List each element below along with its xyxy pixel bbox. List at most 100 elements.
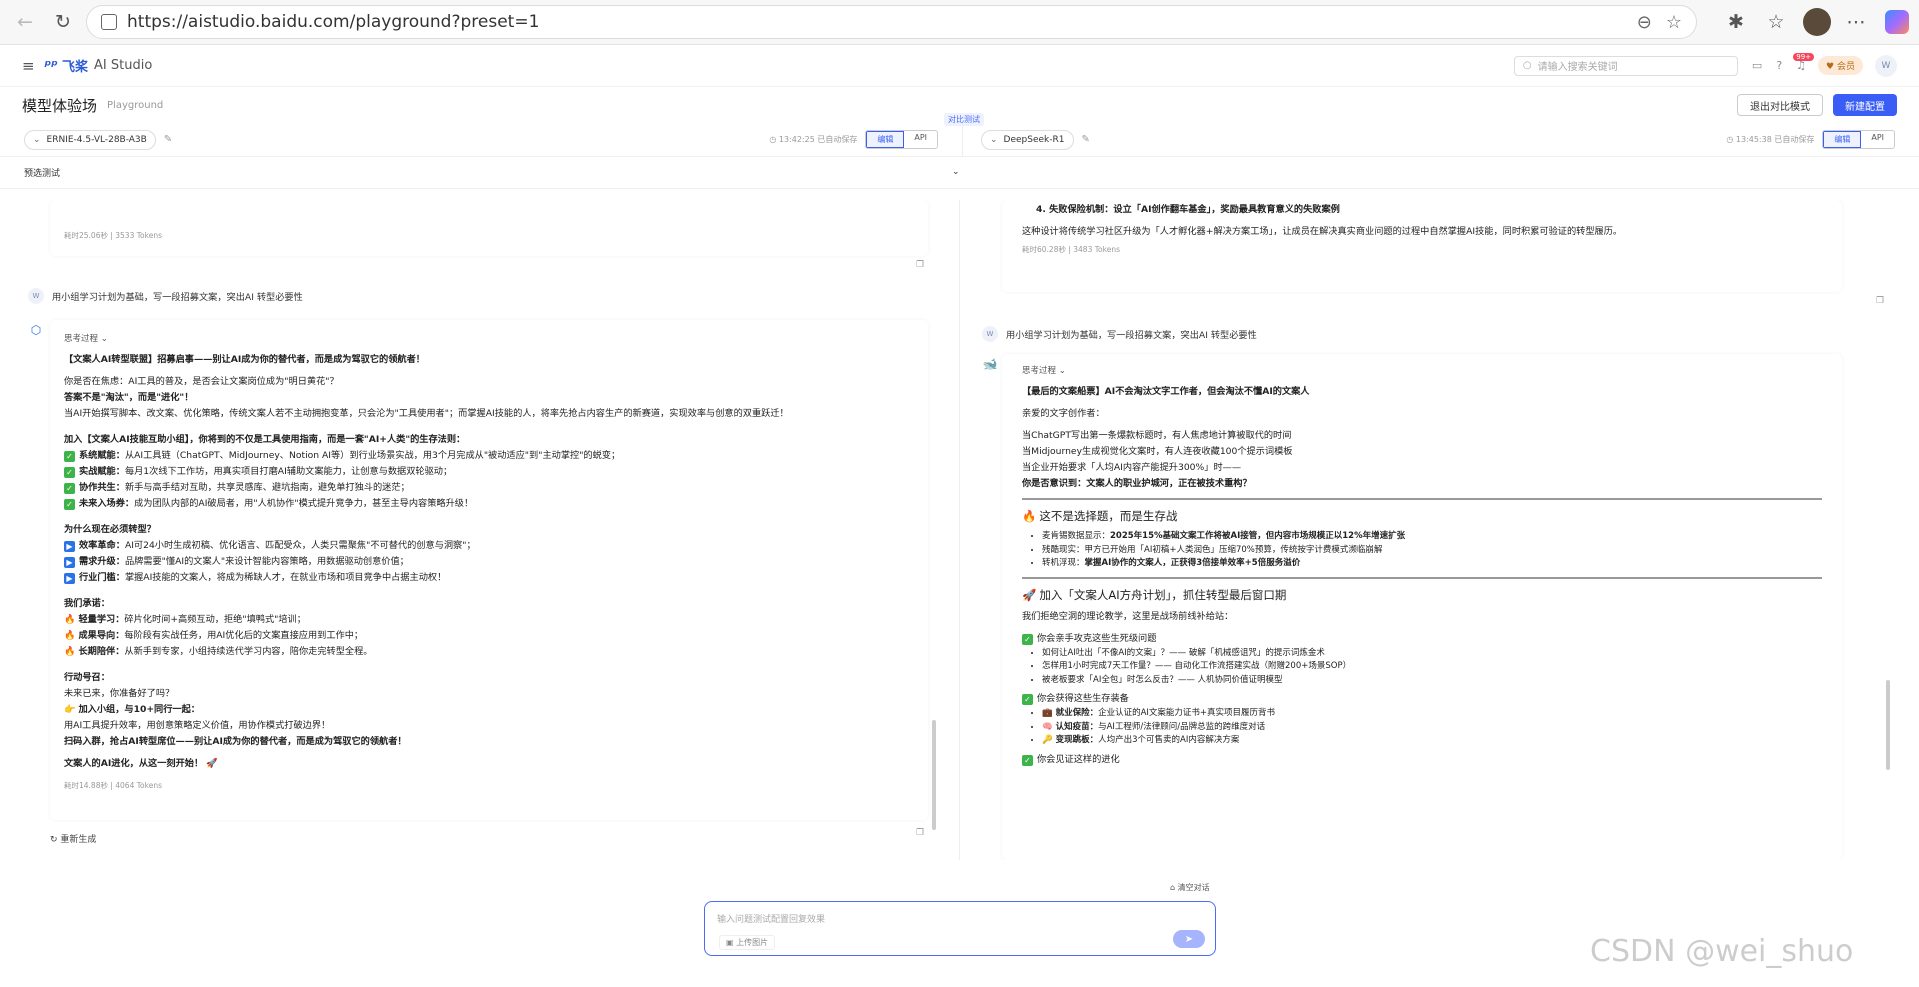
address-bar[interactable]: https://aistudio.baidu.com/playground?pr… xyxy=(86,5,1697,39)
item-value: 2025年15%基础文案工作将被AI接管，但内容市场规模正以12%年增速扩张 xyxy=(1110,531,1406,541)
left-saved-time: 13:42:25 已自动保存 xyxy=(778,135,858,144)
left-tab-api[interactable]: API xyxy=(904,131,937,148)
chevron-down-icon: ⌄ xyxy=(33,134,41,145)
send-button[interactable]: ➤ xyxy=(1173,930,1205,948)
preset-label[interactable]: 预选测试 xyxy=(24,166,60,179)
promise-title: 我们承诺： xyxy=(64,598,110,609)
copy-icon[interactable]: ❐ xyxy=(916,260,924,270)
extensions-icon[interactable]: ✱ xyxy=(1721,7,1751,37)
zoom-icon[interactable]: ⊖ xyxy=(1637,12,1652,33)
action-3: 用AI工具提升效率，用创意策略定义价值，用协作模式打破边界！ xyxy=(64,720,331,731)
fire-icon: 🔥 xyxy=(1022,509,1037,523)
left-model-select[interactable]: ⌄ ERNIE-4.5-VL-28B-A3B xyxy=(24,129,156,150)
previous-response-card: 4. 失败保险机制：设立「AI创作翻车基金」，奖励最具教育意义的失败案例 这种设… xyxy=(1002,200,1842,292)
help-icon[interactable]: ? xyxy=(1776,59,1782,72)
exit-compare-button[interactable]: 退出对比模式 xyxy=(1737,94,1823,116)
broom-icon: ⌂ xyxy=(1170,883,1178,892)
item-key: 成果导向： xyxy=(78,630,125,641)
right-model-select[interactable]: ⌄ DeepSeek-R1 xyxy=(981,129,1074,150)
prev-para: 这种设计将传统学习社区升级为「人才孵化器+解决方案工场」，让成员在解决真实商业问… xyxy=(1022,226,1623,237)
member-label: 会员 xyxy=(1836,62,1855,72)
regenerate-button[interactable]: ↻ 重新生成 xyxy=(50,832,96,845)
think-toggle[interactable]: 思考过程 ⌄ xyxy=(64,332,914,344)
item-key: 轻量学习： xyxy=(78,614,125,625)
check-icon: ✓ xyxy=(64,483,75,494)
left-tab-edit[interactable]: 编辑 xyxy=(866,131,905,148)
copy-icon[interactable]: ❐ xyxy=(916,828,924,838)
favorites-icon[interactable]: ☆ xyxy=(1761,7,1791,37)
logo[interactable]: ᵖᵖ 飞桨 AI Studio xyxy=(45,56,153,76)
edit-pencil-icon[interactable]: ✎ xyxy=(1082,134,1090,145)
right-mode-toggle: 编辑 API xyxy=(1822,130,1895,149)
left-scrollbar[interactable] xyxy=(932,720,936,830)
prev-meta: 耗时60.28秒 | 3483 Tokens xyxy=(1022,245,1120,254)
play-icon: ▶ xyxy=(64,541,75,552)
join-title: 加入【文案人AI技能互助小组】，你将到的不仅是工具使用指南，而是一套"AI+人类… xyxy=(64,434,466,445)
check-icon: ✓ xyxy=(64,451,75,462)
response-card: 思考过程 ⌄ 【最后的文案船票】AI不会淘汰文字工作者，但会淘汰不懂AI的文案人… xyxy=(1002,354,1842,860)
copy-icon[interactable]: ❐ xyxy=(1876,296,1884,306)
fire-list: 麦肯锡数据显示：2025年15%基础文案工作将被AI接管，但内容市场规模正以12… xyxy=(1042,530,1822,571)
logo-mark: 飞桨 xyxy=(62,60,89,75)
think-toggle[interactable]: 思考过程 ⌄ xyxy=(1022,364,1822,376)
right-saved-time: 13:45:38 已自动保存 xyxy=(1735,135,1815,144)
c2-heading: ✓ 你会获得这些生存装备 xyxy=(1022,691,1822,707)
item-key: 实战赋能： xyxy=(79,466,125,477)
more-icon[interactable]: ⋯ xyxy=(1841,7,1871,37)
list-item: 🔥 轻量学习：碎片化时间+高频互动，拒绝"填鸭式"培训； xyxy=(64,612,914,628)
p1b: 答案不是"淘汰"，而是"进化"！ xyxy=(64,392,194,403)
refresh-icon[interactable]: ↻ xyxy=(48,7,78,37)
right-chat-pane[interactable]: 4. 失败保险机制：设立「AI创作翻车基金」，奖励最具教育意义的失败案例 这种设… xyxy=(960,200,1919,860)
section-fire-heading: 🔥 这不是选择题，而是生存战 xyxy=(1022,508,1822,524)
profile-avatar[interactable] xyxy=(1803,8,1831,36)
clear-label: 清空对话 xyxy=(1177,883,1210,892)
menu-icon[interactable]: ≡ xyxy=(22,57,35,75)
member-badge[interactable]: ♥ 会员 xyxy=(1818,56,1863,75)
search-placeholder: 请输入搜索关键词 xyxy=(1537,62,1618,73)
input-placeholder: 输入问题测试配置回复效果 xyxy=(717,915,826,925)
regenerate-label: 重新生成 xyxy=(60,835,97,845)
edit-pencil-icon[interactable]: ✎ xyxy=(164,134,172,145)
right-tab-api[interactable]: API xyxy=(1861,131,1894,148)
prev-meta: 耗时25.06秒 | 3533 Tokens xyxy=(64,231,162,240)
bell-icon[interactable]: ♫ 99+ xyxy=(1793,53,1815,72)
right-tab-edit[interactable]: 编辑 xyxy=(1823,131,1862,148)
copilot-icon[interactable] xyxy=(1885,10,1909,34)
c2-list: 💼就业保险：企业认证的AI文案能力证书+真实项目履历背书 🧠认知疫苗：与AI工程… xyxy=(1042,707,1822,748)
why-title: 为什么现在必须转型？ xyxy=(64,524,156,535)
new-config-button[interactable]: 新建配置 xyxy=(1833,94,1897,116)
item-key: 麦肯锡数据显示： xyxy=(1042,531,1111,541)
favorite-star-icon[interactable]: ☆ xyxy=(1666,12,1682,33)
join-list: ✓ 系统赋能：从AI工具链（ChatGPT、MidJourney、Notion A… xyxy=(64,448,914,512)
send-icon: ➤ xyxy=(1184,933,1194,945)
list-item: 🔥 成果导向：每阶段有实战任务，用AI优化后的文案直接应用到工作中； xyxy=(64,628,914,644)
user-avatar[interactable]: W xyxy=(1875,54,1897,77)
right-scrollbar[interactable] xyxy=(1886,680,1890,770)
global-search-input[interactable]: ○ 请输入搜索关键词 xyxy=(1513,55,1738,76)
fire-icon: 🔥 xyxy=(64,630,76,641)
upload-image-button[interactable]: ▣ 上传图片 xyxy=(719,935,776,950)
item-key: 残酷现实： xyxy=(1042,544,1085,555)
item-value: 从新手到专家，小组持续迭代学习内容，陪你走完转型全程。 xyxy=(124,646,373,657)
item-value: 品牌需要"懂AI的文案人"来设计智能内容策略，用数据驱动创意价值； xyxy=(124,556,409,567)
display-icon[interactable]: ▭ xyxy=(1752,59,1762,72)
left-model-bar: ⌄ ERNIE-4.5-VL-28B-A3B ✎ ◷ 13:42:25 已自动保… xyxy=(0,123,962,157)
list-item: 残酷现实：甲方已开始用「AI初稿+人类润色」压缩70%预算，传统按字计费模式濒临… xyxy=(1042,544,1822,558)
check-icon: ✓ xyxy=(1022,694,1033,705)
left-chat-pane[interactable]: 耗时25.06秒 | 3533 Tokens ❐ W 用小组学习计划为基础，写一… xyxy=(0,200,960,860)
list-item: ▶ 行业门槛：掌握AI技能的文案人，将成为稀缺人才，在就业市场和项目竞争中占据主动… xyxy=(64,570,914,586)
chat-input[interactable]: 输入问题测试配置回复效果 ▣ 上传图片 ➤ xyxy=(704,901,1216,956)
list-item: 🔑变现跳板：人均产出3个可售卖的AI内容解决方案 xyxy=(1042,734,1822,748)
heading-text: 这不是选择题，而是生存战 xyxy=(1039,509,1178,523)
back-icon[interactable]: ← xyxy=(10,7,40,37)
clear-chat-button[interactable]: ⌂ 清空对话 xyxy=(1170,882,1210,893)
item-value: 每月1次线下工作坊，用真实项目打磨AI辅助文案能力，让创意与数据双轮驱动； xyxy=(124,466,453,477)
list-item: ✓ 未来入场券：成为团队内部的AI破局者，用"人机协作"模式提升竞争力，甚至主导内… xyxy=(64,496,914,512)
site-info-icon[interactable] xyxy=(101,14,117,30)
chevron-down-icon[interactable]: ⌄ xyxy=(952,167,960,177)
url-text[interactable]: https://aistudio.baidu.com/playground?pr… xyxy=(127,12,1623,32)
preset-bar: 预选测试 ⌄ xyxy=(0,157,1919,189)
item-key: 协作共生： xyxy=(79,482,125,493)
search-icon: ○ xyxy=(1522,60,1532,71)
item-value: 掌握AI技能的文案人，将成为稀缺人才，在就业市场和项目竞争中占据主动权！ xyxy=(124,572,447,583)
